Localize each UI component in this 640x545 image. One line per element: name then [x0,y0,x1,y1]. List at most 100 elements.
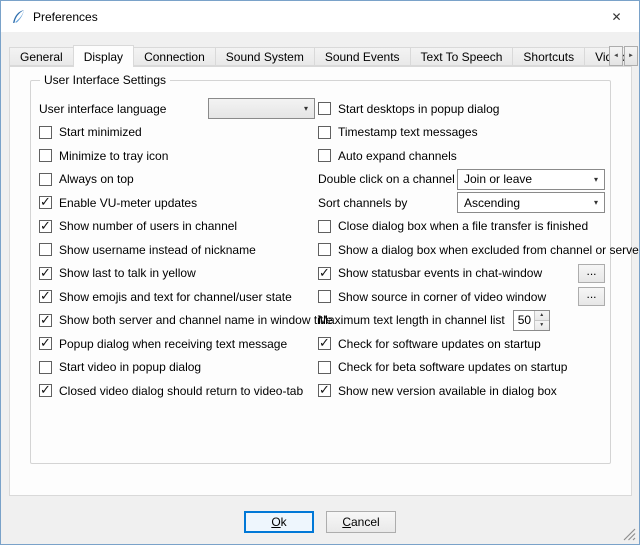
sort-channels-combobox[interactable]: Ascending ▾ [457,192,605,213]
chevron-down-icon: ▾ [586,175,598,184]
spin-down-button[interactable]: ▼ [535,321,549,330]
checkbox[interactable] [39,149,52,162]
language-combobox[interactable]: ▾ [208,98,315,119]
checkbox[interactable] [39,290,52,303]
checkbox-label: Check for software updates on startup [338,337,541,351]
chevron-down-icon: ▾ [586,198,598,207]
tab-sound-events[interactable]: Sound Events [314,47,411,66]
titlebar[interactable]: Preferences ✕ [1,1,639,32]
checkbox[interactable] [318,361,331,374]
tab-sound-system[interactable]: Sound System [215,47,315,66]
video-source-more-button[interactable]: ... [578,287,605,306]
tab-scroll-left-button[interactable]: ◄ [609,46,623,66]
max-text-length-spinbox[interactable]: 50 ▲ ▼ [513,310,550,331]
checkbox-row[interactable]: Always on top [39,171,315,188]
checkbox-row[interactable]: Check for software updates on startup [318,335,605,352]
checkbox-row[interactable]: Show new version available in dialog box [318,382,605,399]
tab-scroll-buttons: ◄ ► [608,46,638,66]
window-title: Preferences [33,10,98,24]
checkbox[interactable] [39,196,52,209]
checkbox-row[interactable]: Show number of users in channel [39,218,315,235]
sort-channels-label: Sort channels by [318,196,407,210]
tab-display[interactable]: Display [73,45,134,67]
close-button[interactable]: ✕ [594,1,639,32]
group-title: User Interface Settings [40,73,170,87]
checkbox-label: Show a dialog box when excluded from cha… [338,243,640,257]
ok-button[interactable]: Ok [244,511,314,533]
checkbox[interactable] [318,384,331,397]
checkbox[interactable] [318,267,331,280]
statusbar-events-more-button[interactable]: ... [578,264,605,283]
checkbox-label: Minimize to tray icon [59,149,168,163]
checkbox[interactable] [39,361,52,374]
checkbox[interactable] [39,337,52,350]
checkbox-row[interactable]: Start minimized [39,124,315,141]
tab-shortcuts[interactable]: Shortcuts [512,47,585,66]
display-tab-page: User Interface Settings User interface l… [9,66,632,496]
checkbox-label: Start desktops in popup dialog [338,102,499,116]
checkbox-label: Show source in corner of video window [338,290,546,304]
preferences-dialog: Preferences ✕ General Display Connection… [0,0,640,545]
double-click-combobox[interactable]: Join or leave ▾ [457,169,605,190]
checkbox[interactable] [39,314,52,327]
checkbox-label: Show both server and channel name in win… [59,313,333,327]
tab-text-to-speech[interactable]: Text To Speech [410,47,514,66]
checkbox[interactable] [39,173,52,186]
checkbox-row[interactable]: Start video in popup dialog [39,359,315,376]
checkbox-label: Close dialog box when a file transfer is… [338,219,588,233]
checkbox-label: Show statusbar events in chat-window [338,266,542,280]
cancel-button[interactable]: Cancel [326,511,396,533]
language-row: User interface language ▾ [39,100,315,117]
checkbox[interactable] [318,337,331,350]
sort-channels-value: Ascending [464,196,520,210]
checkbox[interactable] [318,126,331,139]
checkbox[interactable] [39,384,52,397]
checkbox-row[interactable]: Popup dialog when receiving text message [39,335,315,352]
checkbox-row[interactable]: Minimize to tray icon [39,147,315,164]
tab-scroll-right-button[interactable]: ► [624,46,638,66]
checkbox-row[interactable]: Start desktops in popup dialog [318,100,605,117]
tab-connection[interactable]: Connection [133,47,216,66]
checkbox-row[interactable]: Close dialog box when a file transfer is… [318,218,605,235]
statusbar-events-row[interactable]: Show statusbar events in chat-window ... [318,265,605,282]
user-interface-settings-group: User Interface Settings User interface l… [30,80,611,464]
checkbox-row[interactable]: Show both server and channel name in win… [39,312,315,329]
checkbox-label: Start minimized [59,125,142,139]
spin-value[interactable]: 50 [514,311,534,330]
spin-buttons: ▲ ▼ [534,311,549,330]
checkbox[interactable] [318,290,331,303]
double-click-value: Join or leave [464,172,532,186]
tab-general[interactable]: General [9,47,74,66]
checkbox-row[interactable]: Show last to talk in yellow [39,265,315,282]
right-settings-column: Start desktops in popup dialog Timestamp… [318,100,605,406]
checkbox-label: Check for beta software updates on start… [338,360,567,374]
tab-bar: General Display Connection Sound System … [9,45,636,66]
checkbox[interactable] [39,126,52,139]
checkbox-row[interactable]: Closed video dialog should return to vid… [39,382,315,399]
max-text-length-label: Maximum text length in channel list [318,313,505,327]
checkbox[interactable] [318,220,331,233]
checkbox-row[interactable]: Show username instead of nickname [39,241,315,258]
checkbox-row[interactable]: Timestamp text messages [318,124,605,141]
checkbox-row[interactable]: Show a dialog box when excluded from cha… [318,241,605,258]
checkbox[interactable] [318,149,331,162]
sort-channels-row: Sort channels by Ascending ▾ [318,194,605,211]
checkbox-row[interactable]: Auto expand channels [318,147,605,164]
checkbox[interactable] [39,267,52,280]
checkbox-label: Closed video dialog should return to vid… [59,384,303,398]
checkbox[interactable] [318,243,331,256]
resize-grip[interactable] [623,528,636,541]
spin-up-button[interactable]: ▲ [535,311,549,321]
video-source-row[interactable]: Show source in corner of video window ..… [318,288,605,305]
checkbox[interactable] [39,220,52,233]
checkbox-label: Show emojis and text for channel/user st… [59,290,292,304]
checkbox[interactable] [39,243,52,256]
checkbox-row[interactable]: Enable VU-meter updates [39,194,315,211]
checkbox-label: Start video in popup dialog [59,360,201,374]
checkbox-row[interactable]: Check for beta software updates on start… [318,359,605,376]
app-icon [10,9,26,25]
checkbox-label: Show number of users in channel [59,219,237,233]
checkbox[interactable] [318,102,331,115]
checkbox-row[interactable]: Show emojis and text for channel/user st… [39,288,315,305]
checkbox-label: Show last to talk in yellow [59,266,196,280]
